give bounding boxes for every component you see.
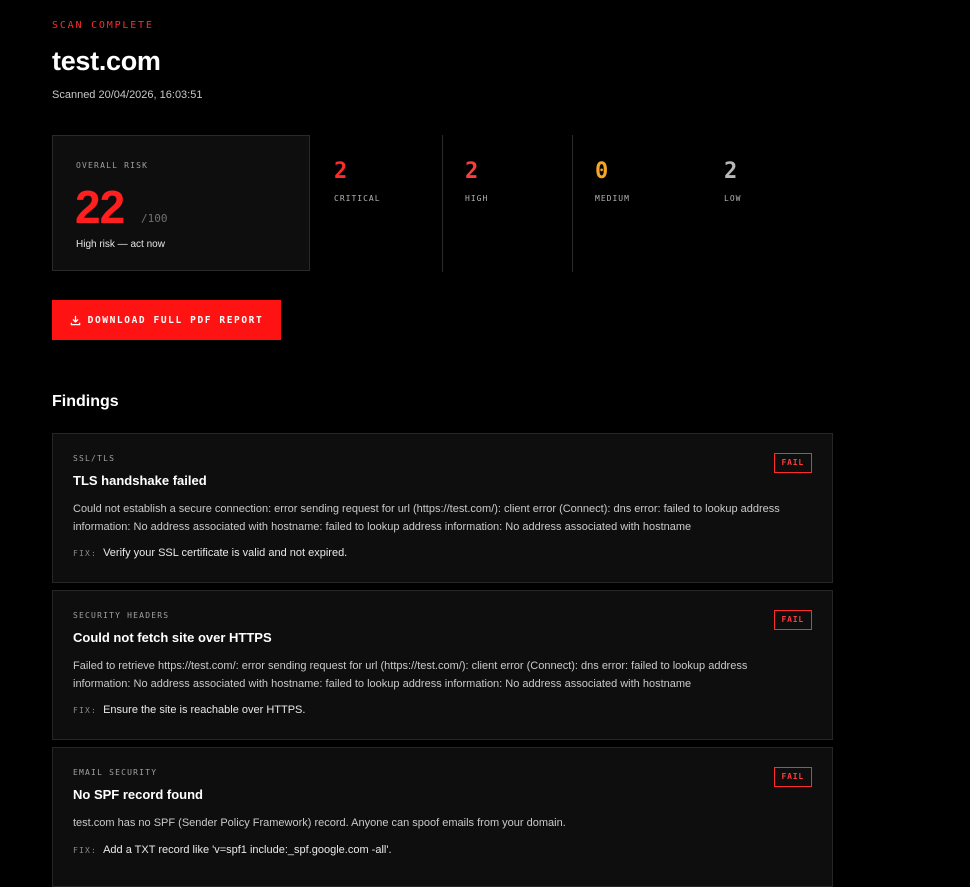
stat-low-label: LOW bbox=[724, 194, 742, 203]
finding-description: Could not establish a secure connection:… bbox=[73, 503, 780, 533]
stat-high: 2 HIGH bbox=[442, 135, 573, 272]
finding-fix: FIX: Add a TXT record like 'v=spf1 includ… bbox=[73, 844, 392, 856]
risk-message: High risk — act now bbox=[76, 239, 165, 250]
fix-text: Verify your SSL certificate is valid and… bbox=[103, 547, 348, 559]
finding-description: test.com has no SPF (Sender Policy Frame… bbox=[73, 817, 566, 829]
risk-score-max: /100 bbox=[141, 212, 168, 225]
scan-status-eyebrow: SCAN COMPLETE bbox=[52, 20, 154, 31]
stat-medium-value: 0 bbox=[595, 159, 609, 184]
fail-badge: FAIL bbox=[773, 610, 812, 630]
overall-risk-label: OVERALL RISK bbox=[76, 161, 149, 170]
finding-card: SSL/TLS TLS handshake failed FAIL Could … bbox=[52, 433, 833, 583]
fix-label: FIX: bbox=[73, 706, 98, 715]
finding-card: SECURITY HEADERS Could not fetch site ov… bbox=[52, 590, 833, 740]
fix-text: Ensure the site is reachable over HTTPS. bbox=[103, 704, 306, 716]
download-pdf-button[interactable]: DOWNLOAD FULL PDF REPORT bbox=[52, 300, 281, 340]
fix-label: FIX: bbox=[73, 846, 98, 855]
finding-fix: FIX: Verify your SSL certificate is valid… bbox=[73, 547, 347, 559]
download-pdf-label: DOWNLOAD FULL PDF REPORT bbox=[87, 314, 264, 326]
finding-description: Failed to retrieve https://test.com/: er… bbox=[73, 660, 748, 690]
fix-label: FIX: bbox=[73, 549, 98, 558]
finding-title: No SPF record found bbox=[73, 787, 203, 802]
finding-title: Could not fetch site over HTTPS bbox=[73, 630, 272, 645]
fail-badge: FAIL bbox=[773, 453, 812, 473]
finding-title: TLS handshake failed bbox=[73, 473, 207, 488]
download-icon bbox=[70, 315, 80, 325]
scan-timestamp: Scanned 20/04/2026, 16:03:51 bbox=[52, 89, 203, 101]
risk-score: 22 bbox=[75, 181, 125, 233]
page-title: test.com bbox=[52, 46, 161, 76]
finding-category: EMAIL SECURITY bbox=[73, 768, 158, 777]
stat-medium: 0 MEDIUM bbox=[572, 135, 703, 272]
stat-critical: 2 CRITICAL bbox=[312, 135, 442, 272]
overall-risk-card: OVERALL RISK 22 /100 High risk — act now bbox=[52, 135, 310, 271]
stat-critical-value: 2 bbox=[334, 159, 348, 184]
stat-low-value: 2 bbox=[724, 159, 738, 184]
finding-category: SSL/TLS bbox=[73, 454, 116, 463]
stat-medium-label: MEDIUM bbox=[595, 194, 630, 203]
finding-fix: FIX: Ensure the site is reachable over HT… bbox=[73, 704, 305, 716]
fail-badge: FAIL bbox=[773, 767, 812, 787]
finding-card: EMAIL SECURITY No SPF record found FAIL … bbox=[52, 747, 833, 887]
findings-heading: Findings bbox=[52, 393, 119, 410]
finding-category: SECURITY HEADERS bbox=[73, 611, 170, 620]
stat-high-value: 2 bbox=[465, 159, 479, 184]
stat-high-label: HIGH bbox=[465, 194, 489, 203]
stat-critical-label: CRITICAL bbox=[334, 194, 381, 203]
fix-text: Add a TXT record like 'v=spf1 include:_s… bbox=[103, 844, 392, 856]
stat-low: 2 LOW bbox=[702, 135, 832, 272]
